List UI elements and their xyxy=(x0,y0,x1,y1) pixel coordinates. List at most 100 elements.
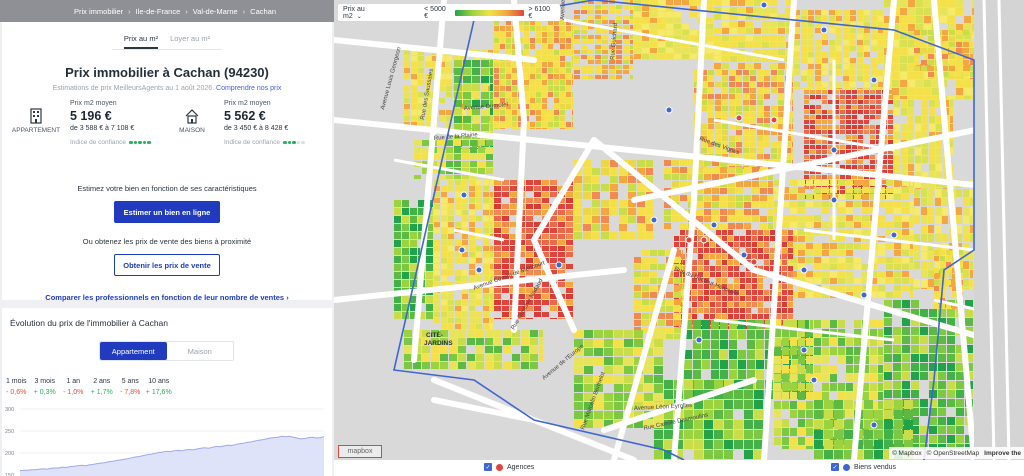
parcel xyxy=(572,92,573,97)
parcel xyxy=(610,200,618,207)
parcel xyxy=(921,288,927,289)
parcel xyxy=(915,188,921,189)
parcel xyxy=(604,330,613,338)
breadcrumb-item[interactable]: Cachan xyxy=(250,7,276,16)
parcel xyxy=(490,124,493,131)
parcel xyxy=(830,320,837,328)
parcel xyxy=(762,35,769,41)
parcel xyxy=(404,98,410,103)
attribution-osm[interactable]: © OpenStreetMap xyxy=(927,450,979,457)
mapbox-logo[interactable]: mapbox xyxy=(338,445,382,458)
confidence-dot xyxy=(301,140,305,144)
parcel xyxy=(822,383,829,391)
parcel xyxy=(908,8,915,15)
breadcrumb-item[interactable]: Ile-de-France xyxy=(136,7,181,16)
parcel xyxy=(814,215,821,221)
parcel xyxy=(704,308,709,313)
parcel xyxy=(858,100,863,104)
parcel xyxy=(792,88,793,93)
parcel xyxy=(816,95,821,99)
parcel xyxy=(402,208,409,215)
parcel xyxy=(838,180,845,186)
parcel xyxy=(843,34,849,39)
parcel xyxy=(588,50,594,54)
parcel xyxy=(604,339,613,347)
understand-prices-link[interactable]: Comprendre nos prix xyxy=(216,85,281,92)
parcel xyxy=(922,116,928,123)
toggle-maison[interactable]: Maison xyxy=(167,342,234,360)
parcel xyxy=(588,65,594,69)
parcel xyxy=(768,181,773,187)
price-map[interactable]: Avenue Louis Georgeon Rue des Saussaies Ru… xyxy=(334,0,1024,460)
parcel xyxy=(902,278,909,284)
breadcrumb-item[interactable]: Val-de-Marne xyxy=(193,7,238,16)
parcel xyxy=(634,330,643,338)
estimate-button[interactable]: Estimer un bien en ligne xyxy=(114,201,220,223)
parcel xyxy=(394,232,401,239)
parcel xyxy=(964,80,971,87)
parcel xyxy=(956,372,964,380)
parcel xyxy=(426,240,433,247)
parcel xyxy=(901,148,907,155)
parcel xyxy=(583,168,591,175)
parcel xyxy=(894,180,901,186)
parcel xyxy=(834,430,843,439)
parcel xyxy=(886,187,893,193)
parcel xyxy=(736,209,743,215)
parcel xyxy=(928,216,934,224)
parcel xyxy=(526,246,533,251)
attribution-mapbox[interactable]: © Mapbox xyxy=(892,450,922,457)
toggle-appartement[interactable]: Appartement xyxy=(100,342,167,360)
parcel xyxy=(422,362,430,369)
parcel xyxy=(425,56,431,61)
checkbox-icon[interactable]: ✓ xyxy=(831,463,839,471)
confidence-dot xyxy=(283,140,287,144)
parcel xyxy=(455,210,461,215)
parcel xyxy=(782,266,787,271)
parcel xyxy=(490,252,493,257)
parcel xyxy=(729,370,737,379)
tab-loyer-m2[interactable]: Loyer au m² xyxy=(170,34,210,49)
parcel xyxy=(534,180,541,185)
parcel xyxy=(712,174,719,180)
compare-professionals-link[interactable]: Comparer les professionnels en fonction … xyxy=(2,293,332,302)
improve-map-link[interactable]: Improve the xyxy=(984,450,1021,457)
parcel xyxy=(846,410,853,418)
parcel xyxy=(521,362,529,369)
parcel xyxy=(494,26,499,31)
parcel xyxy=(836,10,842,15)
parcel xyxy=(478,154,485,160)
parcel xyxy=(734,430,743,439)
parcel xyxy=(566,74,571,79)
parcel xyxy=(714,28,721,34)
parcel xyxy=(894,194,901,200)
parcel xyxy=(672,195,679,201)
parcel xyxy=(850,64,856,69)
layer-agences[interactable]: ✓ Agences xyxy=(484,463,534,471)
parcel xyxy=(942,216,948,224)
parcel xyxy=(894,132,900,139)
tab-prix-m2[interactable]: Prix au m² xyxy=(123,34,159,49)
parcel xyxy=(584,330,593,338)
checkbox-icon[interactable]: ✓ xyxy=(484,463,492,471)
parcel xyxy=(711,370,719,379)
parcel xyxy=(542,62,547,67)
breadcrumb-item[interactable]: Prix immobilier xyxy=(74,7,123,16)
parcel xyxy=(816,110,821,114)
confidence-dot xyxy=(138,140,142,144)
parcel xyxy=(816,115,821,119)
legend-select[interactable]: Prix au m2 ⌄ xyxy=(343,6,384,20)
parcel xyxy=(542,240,549,245)
parcel xyxy=(530,68,535,73)
parcel xyxy=(592,192,600,199)
parcel xyxy=(542,116,547,121)
parcel xyxy=(448,216,454,221)
parcel xyxy=(702,350,710,359)
parcel xyxy=(801,70,807,75)
parcel xyxy=(790,446,797,449)
parcel xyxy=(542,98,547,103)
sales-prices-button[interactable]: Obtenir les prix de vente xyxy=(114,254,220,276)
parcel xyxy=(902,201,909,207)
layer-biens-vendus[interactable]: ✓ Biens vendus xyxy=(831,463,896,471)
map-canvas[interactable]: Avenue Louis Georgeon Rue des SaussaiesRu… xyxy=(334,0,1024,460)
